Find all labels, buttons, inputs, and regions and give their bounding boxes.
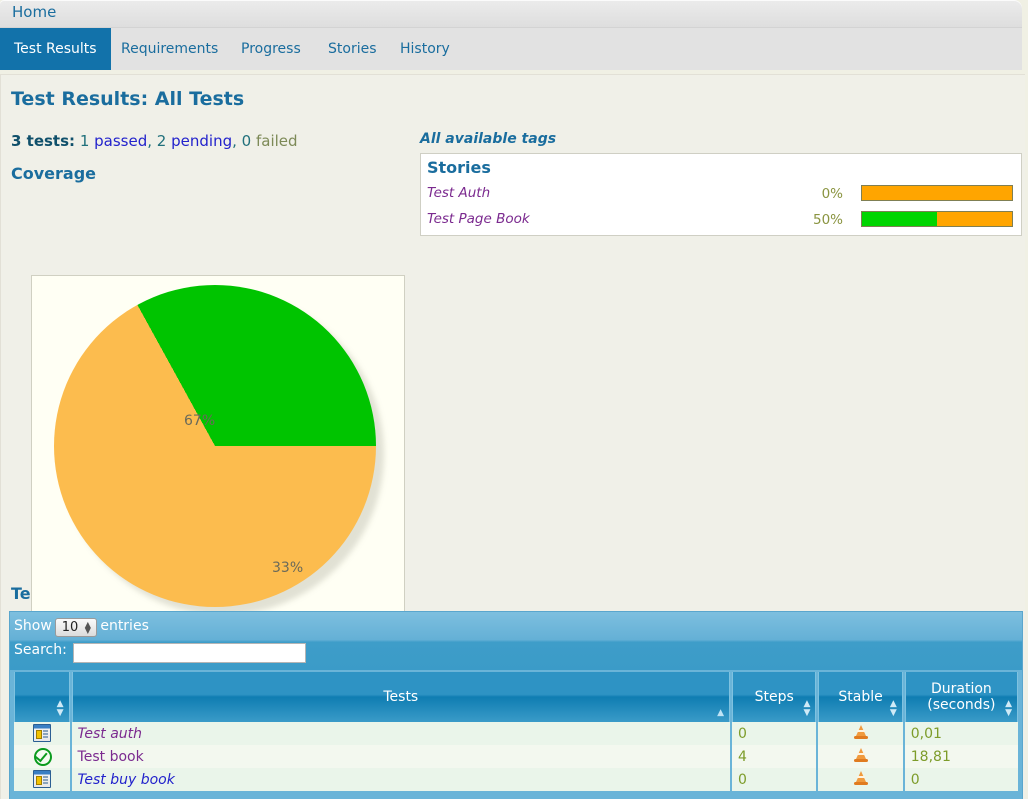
col-header-tests-label: Tests [383,689,419,705]
row-stable-cell [818,745,903,768]
row-steps-cell: 0 [732,768,817,791]
tag-percent-label: 50% [812,212,843,228]
sort-both-icon: ▲ ▼ [803,699,811,718]
tag-percent-label: 0% [821,186,843,202]
row-name-cell: Test book [71,745,731,768]
tag-progress-bar [861,185,1013,201]
pending-card-icon [32,770,51,788]
row-duration-cell: 18,81 [904,745,1018,768]
coverage-heading: Coverage [11,164,97,183]
page-title: Test Results: All Tests [11,88,245,110]
datatable-length-control: Show 10 ▲ ▼ entries [14,617,149,637]
pass-icon [33,748,52,766]
tag-link-test-auth[interactable]: Test Auth [427,185,490,201]
stepper-icon[interactable]: ▲ ▼ [83,620,92,634]
summary-pending-count: 2 [156,132,167,150]
length-suffix-label: entries [100,618,149,634]
col-header-tests[interactable]: Tests ▲ [71,672,731,722]
tests-table: ▲ ▼ Tests ▲ Steps ▲ ▼ Stable ▲ ▼ Duratio… [12,672,1020,791]
summary-total: 3 tests: [11,132,76,150]
tab-bar: Test Results Requirements Progress Stori… [0,28,1022,70]
coverage-chart-panel: 67% 33% [31,275,405,615]
test-summary: 3 tests: 1 passed, 2 pending, 0 failed [11,132,298,150]
row-stable-cell [818,722,903,745]
test-link[interactable]: Test book [78,749,144,765]
sort-asc-icon: ▲ [717,708,725,718]
table-body: Test auth 0 0,01 Test book 4 18,81 Test … [14,722,1018,791]
summary-pending-link[interactable]: pending [171,132,232,150]
row-name-cell: Test auth [71,722,731,745]
col-header-duration-label: Duration [930,681,992,697]
table-row[interactable]: Test book 4 18,81 [14,745,1018,768]
row-status-cell [14,768,70,791]
cone-icon [853,770,868,785]
pie-slices [54,285,376,607]
search-input[interactable] [72,642,306,663]
row-duration-cell: 0 [904,768,1018,791]
col-header-duration[interactable]: Duration (seconds) ▲ ▼ [904,672,1018,722]
tests-datatable: Show 10 ▲ ▼ entries Search: ▲ ▼ Tests ▲ … [9,611,1023,799]
row-duration-cell: 0,01 [904,722,1018,745]
row-steps-cell: 0 [732,722,817,745]
sort-both-icon: ▲ ▼ [1005,699,1012,718]
pie-chart: 67% 33% [54,285,384,615]
tag-progress-fill [862,212,937,226]
tab-requirements[interactable]: Requirements [107,28,232,70]
row-status-cell [14,745,70,768]
test-link[interactable]: Test buy book [78,772,175,788]
entries-per-page-select[interactable]: 10 ▲ ▼ [54,618,98,637]
breadcrumb-link-home[interactable]: Home [12,3,56,21]
breadcrumb: Home [0,0,1022,28]
col-header-icon[interactable]: ▲ ▼ [14,672,70,722]
test-link[interactable]: Test auth [78,726,142,742]
col-header-steps-label: Steps [754,689,794,705]
tab-history[interactable]: History [386,28,464,70]
table-row[interactable]: Test buy book 0 0 [14,768,1018,791]
tab-stories[interactable]: Stories [314,28,391,70]
col-header-stable[interactable]: Stable ▲ ▼ [818,672,903,722]
main-content: Test Results: All Tests 3 tests: 1 passe… [0,74,1025,799]
tag-row: Test Auth 0% [421,182,1021,208]
row-stable-cell [818,768,903,791]
length-prefix-label: Show [14,618,52,634]
tag-progress-bar [861,211,1013,227]
tag-row: Test Page Book 50% [421,208,1021,234]
search-label: Search: [14,642,67,658]
col-header-stable-label: Stable [838,689,883,705]
all-tags-heading: All available tags [420,131,557,147]
row-name-cell: Test buy book [71,768,731,791]
sort-both-icon: ▲ ▼ [56,699,64,718]
datatable-controls: Show 10 ▲ ▼ entries Search: [10,612,1022,670]
table-head: ▲ ▼ Tests ▲ Steps ▲ ▼ Stable ▲ ▼ Duratio… [14,672,1018,722]
table-row[interactable]: Test auth 0 0,01 [14,722,1018,745]
summary-separator-2: , [232,132,237,150]
entries-per-page-value: 10 [61,620,79,635]
row-status-cell [14,722,70,745]
summary-passed-link[interactable]: passed [94,132,147,150]
tab-progress[interactable]: Progress [227,28,315,70]
table-header-row: ▲ ▼ Tests ▲ Steps ▲ ▼ Stable ▲ ▼ Duratio… [14,672,1018,722]
app-root: Home Test Results Requirements Progress … [0,0,1028,799]
datatable-filter-control: Search: [14,642,306,663]
tags-panel-title: Stories [427,158,491,177]
summary-separator-1: , [147,132,153,150]
row-steps-cell: 4 [732,745,817,768]
cone-icon [853,724,868,739]
summary-passed-count: 1 [79,132,90,150]
summary-failed-count: 0 [241,132,252,150]
pending-card-icon [32,724,51,742]
tags-panel: Stories Test Auth 0% Test Page Book 50% [420,153,1022,236]
cone-icon [853,747,868,762]
sort-both-icon: ▲ ▼ [889,699,897,718]
tag-link-test-page-book[interactable]: Test Page Book [427,211,530,227]
col-header-duration-unit: (seconds) [927,697,996,713]
pie-label-pending: 67% [184,413,216,429]
pie-label-passing: 33% [272,560,304,576]
tab-test-results[interactable]: Test Results [0,28,111,70]
summary-failed-label: failed [256,132,298,150]
col-header-steps[interactable]: Steps ▲ ▼ [732,672,817,722]
